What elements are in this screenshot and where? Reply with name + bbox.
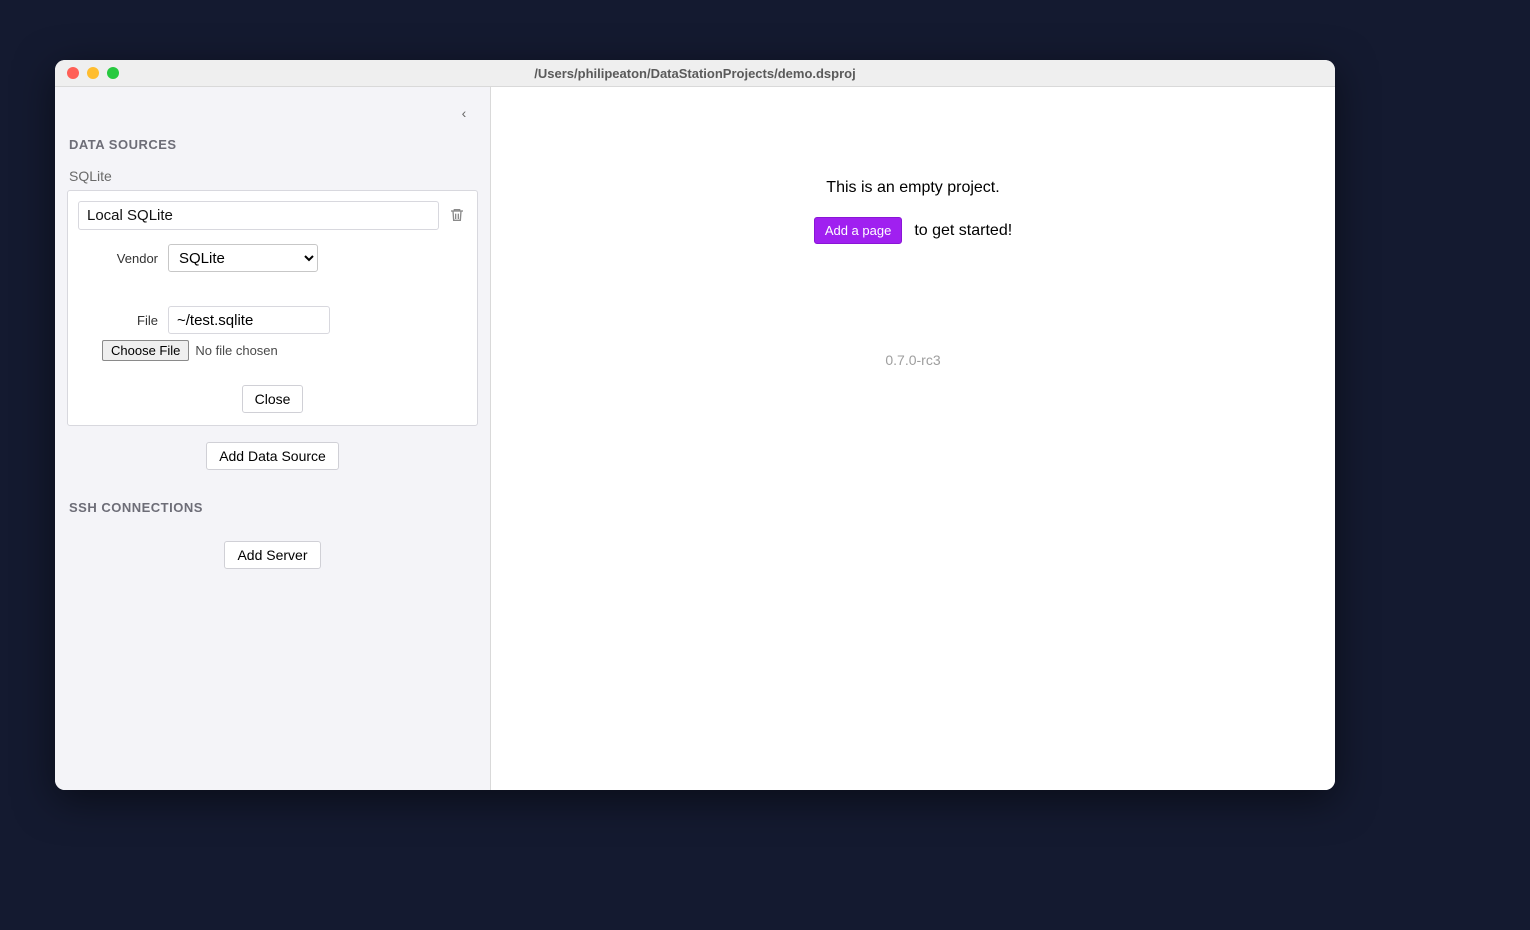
card-header-row	[78, 201, 467, 230]
trash-icon[interactable]	[449, 206, 467, 226]
data-source-card: Vendor SQLite File Choose File No file c…	[67, 190, 478, 426]
collapse-sidebar-button[interactable]: ‹	[454, 103, 474, 123]
vendor-row: Vendor SQLite	[78, 244, 467, 272]
main-panel: This is an empty project. Add a page to …	[491, 87, 1335, 790]
file-row: File	[78, 306, 467, 334]
desktop-background: /Users/philipeaton/DataStationProjects/d…	[0, 0, 1530, 930]
empty-project-message: This is an empty project.	[826, 179, 999, 197]
data-source-type-label: SQLite	[69, 168, 478, 184]
window-body: ‹ DATA SOURCES SQLite	[55, 87, 1335, 790]
minimize-window-icon[interactable]	[87, 67, 99, 79]
get-started-text: to get started!	[914, 222, 1012, 240]
ssh-connections-header: SSH CONNECTIONS	[69, 500, 478, 515]
data-sources-header: DATA SOURCES	[69, 137, 478, 152]
window-title: /Users/philipeaton/DataStationProjects/d…	[55, 66, 1335, 81]
close-row: Close	[78, 385, 467, 413]
maximize-window-icon[interactable]	[107, 67, 119, 79]
add-data-source-row: Add Data Source	[67, 442, 478, 470]
no-file-chosen-text: No file chosen	[195, 343, 277, 358]
add-page-button[interactable]: Add a page	[814, 217, 903, 244]
data-source-name-input[interactable]	[78, 201, 439, 230]
app-window: /Users/philipeaton/DataStationProjects/d…	[55, 60, 1335, 790]
close-window-icon[interactable]	[67, 67, 79, 79]
vendor-label: Vendor	[78, 251, 168, 266]
file-label: File	[78, 313, 168, 328]
vendor-select[interactable]: SQLite	[168, 244, 318, 272]
traffic-lights	[55, 67, 119, 79]
chevron-left-icon: ‹	[462, 105, 467, 121]
choose-file-row: Choose File No file chosen	[102, 340, 467, 361]
add-data-source-button[interactable]: Add Data Source	[206, 442, 339, 470]
add-server-button[interactable]: Add Server	[224, 541, 320, 569]
add-server-row: Add Server	[67, 541, 478, 569]
file-path-input[interactable]	[168, 306, 330, 334]
choose-file-button[interactable]: Choose File	[102, 340, 189, 361]
sidebar: ‹ DATA SOURCES SQLite	[55, 87, 491, 790]
version-text: 0.7.0-rc3	[491, 352, 1335, 368]
window-titlebar: /Users/philipeaton/DataStationProjects/d…	[55, 60, 1335, 87]
add-page-row: Add a page to get started!	[814, 217, 1012, 244]
close-button[interactable]: Close	[242, 385, 304, 413]
